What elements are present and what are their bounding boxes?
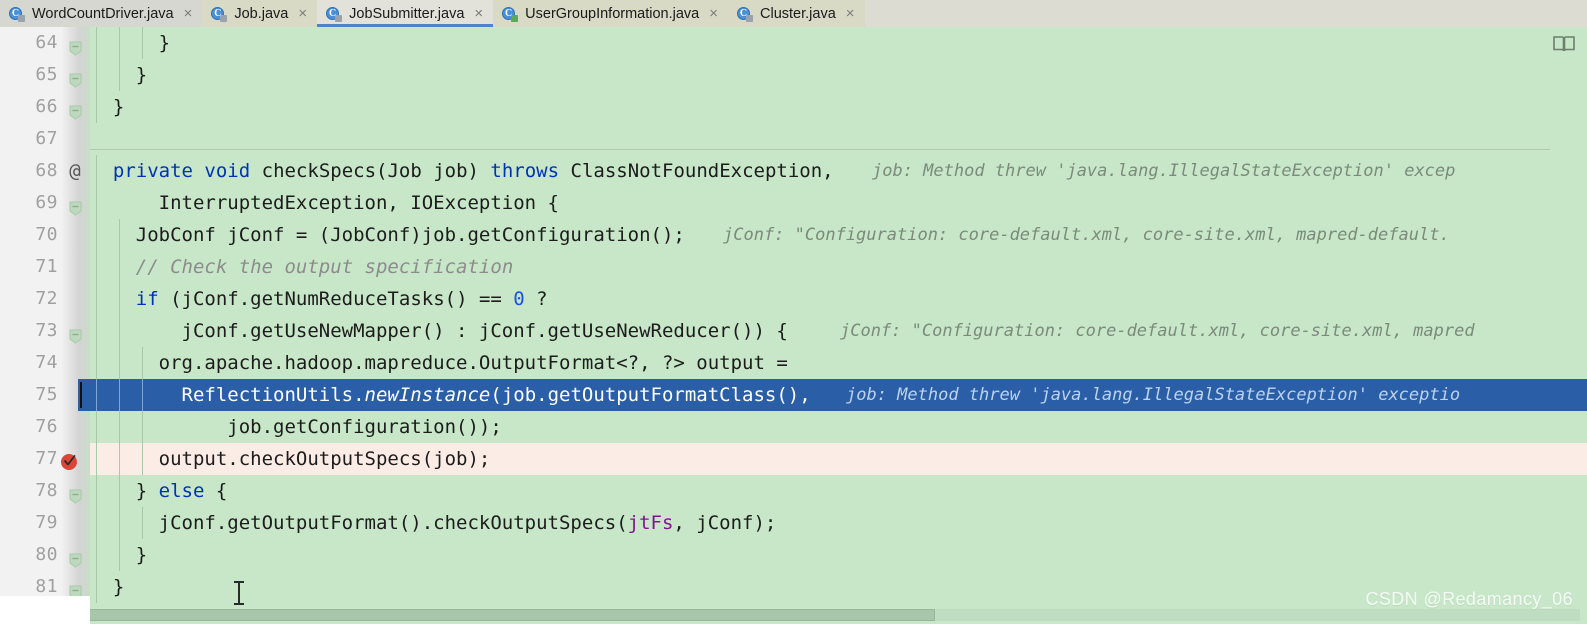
inline-debug-hint[interactable]: job: Method threw 'java.lang.IllegalStat…: [846, 379, 1460, 411]
line-number: 68: [35, 160, 58, 181]
line-number: 80: [35, 544, 58, 565]
code-fold-marker[interactable]: [68, 67, 83, 88]
breakpoint-verified-icon[interactable]: [60, 450, 79, 470]
line-number: 79: [35, 512, 58, 533]
text-cursor: [234, 581, 244, 605]
code-text: }: [90, 544, 148, 566]
code-text: output.checkOutputSpecs(job);: [90, 448, 491, 470]
line-number: 72: [35, 288, 58, 309]
method-separator: [90, 149, 1550, 150]
code-line[interactable]: 65 }: [0, 59, 1587, 91]
code-line[interactable]: 79 jConf.getOutputFormat().checkOutputSp…: [0, 507, 1587, 539]
line-number: 65: [35, 64, 58, 85]
java-class-icon: C: [326, 6, 343, 22]
code-text: InterruptedException, IOException {: [90, 192, 559, 214]
code-line[interactable]: 78 } else {: [0, 475, 1587, 507]
code-text: if (jConf.getNumReduceTasks() == 0 ?: [135, 288, 548, 310]
code-text: jConf.getOutputFormat().checkOutputSpecs…: [90, 512, 777, 534]
java-class-icon: C: [211, 6, 228, 22]
line-number: 74: [35, 352, 58, 373]
line-number: 67: [35, 128, 58, 149]
horizontal-scrollbar-thumb[interactable]: [78, 609, 935, 621]
code-fold-marker[interactable]: [68, 547, 83, 568]
code-line[interactable]: 68 @ private void checkSpecs(Job job) thr…: [0, 155, 1587, 187]
inline-debug-hint[interactable]: job: Method threw 'java.lang.IllegalStat…: [872, 155, 1455, 187]
text-caret: [80, 382, 82, 408]
code-fold-marker[interactable]: [68, 579, 83, 600]
reader-mode-icon[interactable]: [1553, 35, 1575, 53]
code-line[interactable]: 72 if (jConf.getNumReduceTasks() == 0 ?: [0, 283, 1587, 315]
java-class-icon: C: [737, 6, 753, 22]
override-annotation-marker[interactable]: @: [62, 155, 88, 187]
editor-tab-label: UserGroupInformation.java: [525, 5, 700, 22]
line-number: 75: [35, 384, 58, 405]
code-fold-marker[interactable]: [68, 35, 83, 56]
line-number: 66: [35, 96, 58, 117]
editor-tab-label: Job.java: [234, 5, 289, 22]
java-class-icon: C: [9, 6, 25, 22]
code-editor[interactable]: 64 } 65 } 66 } 67 68 @ private void checkSpec…: [0, 27, 1587, 624]
code-text: }: [90, 576, 125, 598]
code-text: } else {: [90, 480, 228, 502]
close-icon[interactable]: ×: [846, 6, 855, 21]
gutter-bottom-strip: [0, 596, 90, 624]
code-line[interactable]: 80 }: [0, 539, 1587, 571]
code-text: ReflectionUtils.newInstance(job.getOutpu…: [90, 384, 811, 406]
editor-tab[interactable]: C JobSubmitter.java ×: [317, 0, 494, 27]
code-line[interactable]: 66 }: [0, 91, 1587, 123]
code-fold-marker[interactable]: [68, 195, 83, 216]
code-fold-marker[interactable]: [68, 323, 83, 344]
editor-tab[interactable]: C UserGroupInformation.java ×: [493, 0, 728, 27]
editor-tab[interactable]: C WordCountDriver.java ×: [0, 0, 203, 27]
close-icon[interactable]: ×: [709, 6, 718, 21]
code-line[interactable]: 77 output.checkOutputSpecs(job);: [0, 443, 1587, 475]
code-line[interactable]: 67: [0, 123, 1587, 155]
code-text: // Check the output specification: [135, 256, 514, 278]
horizontal-scrollbar[interactable]: [78, 609, 1580, 621]
line-number: 71: [35, 256, 58, 277]
editor-tab-label: JobSubmitter.java: [349, 5, 465, 22]
code-line[interactable]: 64 }: [0, 27, 1587, 59]
editor-tab-label: WordCountDriver.java: [32, 5, 174, 22]
line-number: 64: [35, 32, 58, 53]
code-fold-marker[interactable]: [68, 483, 83, 504]
code-text: job.getConfiguration());: [90, 416, 502, 438]
close-icon[interactable]: ×: [184, 6, 193, 21]
code-line[interactable]: 71 // Check the output specification: [0, 251, 1587, 283]
line-number: 77: [35, 448, 58, 469]
editor-tab-bar: C WordCountDriver.java × C Job.java × C JobSubm…: [0, 0, 1587, 27]
close-icon[interactable]: ×: [474, 6, 483, 21]
code-line[interactable]: 70 JobConf jConf = (JobConf)job.getConfi…: [0, 219, 1587, 251]
code-line[interactable]: 75 ReflectionUtils.newInstance(job.getOu…: [0, 379, 1587, 411]
code-line[interactable]: 76 job.getConfiguration());: [0, 411, 1587, 443]
code-text: private void checkSpecs(Job job) throws …: [112, 160, 834, 182]
line-number: 69: [35, 192, 58, 213]
editor-tab[interactable]: C Cluster.java ×: [728, 0, 865, 27]
editor-tab-label: Cluster.java: [760, 5, 836, 22]
code-line[interactable]: 74 org.apache.hadoop.mapreduce.OutputFor…: [0, 347, 1587, 379]
editor-tab[interactable]: C Job.java ×: [202, 0, 318, 27]
inline-debug-hint[interactable]: jConf: "Configuration: core-default.xml,…: [840, 315, 1475, 347]
code-line[interactable]: 69 InterruptedException, IOException {: [0, 187, 1587, 219]
line-number: 78: [35, 480, 58, 501]
java-class-icon: C: [502, 6, 519, 22]
code-text: }: [90, 96, 125, 118]
code-text: JobConf jConf = (JobConf)job.getConfigur…: [90, 224, 685, 246]
code-text: }: [90, 64, 148, 86]
code-text: org.apache.hadoop.mapreduce.OutputFormat…: [90, 352, 788, 374]
line-number: 73: [35, 320, 58, 341]
inline-debug-hint[interactable]: jConf: "Configuration: core-default.xml,…: [723, 219, 1450, 251]
code-text: jConf.getUseNewMapper() : jConf.getUseNe…: [90, 320, 788, 342]
ide-editor-window: C WordCountDriver.java × C Job.java × C JobSubm…: [0, 0, 1587, 624]
close-icon[interactable]: ×: [298, 6, 307, 21]
line-number: 76: [35, 416, 58, 437]
code-fold-marker[interactable]: [68, 99, 83, 120]
line-number: 70: [35, 224, 58, 245]
code-text: }: [90, 32, 171, 54]
code-line[interactable]: 73 jConf.getUseNewMapper() : jConf.getUs…: [0, 315, 1587, 347]
